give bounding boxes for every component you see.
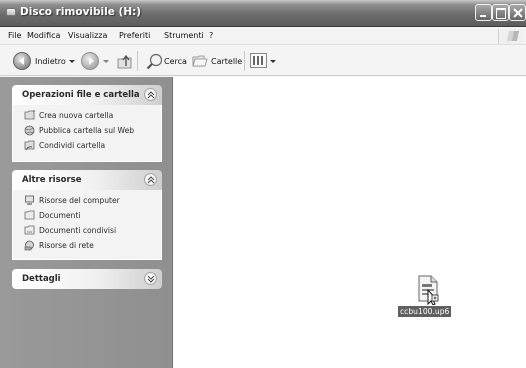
task-label: Pubblica cartella sul Web: [39, 126, 135, 135]
folders-label[interactable]: Cartelle: [211, 57, 242, 66]
menu-visualizza[interactable]: Visualizza: [68, 31, 107, 40]
task-label: Condividi cartella: [39, 141, 106, 150]
close-button[interactable]: [509, 4, 526, 21]
section-header-file-tasks[interactable]: Operazioni file e cartella: [12, 85, 162, 105]
folders-icon[interactable]: [192, 54, 209, 68]
back-dropdown-icon[interactable]: [69, 60, 75, 63]
menu-preferiti[interactable]: Preferiti: [119, 31, 150, 40]
forward-dropdown-icon[interactable]: [103, 60, 109, 63]
file-item[interactable]: ccbu100.up6: [395, 272, 461, 322]
explorer-window: Disco rimovibile (H:) File Modifica Visu…: [0, 0, 526, 368]
collapse-chevron-icon[interactable]: [144, 173, 157, 186]
place-label: Documenti condivisi: [39, 226, 117, 235]
section-header-details[interactable]: Dettagli: [12, 269, 162, 289]
search-icon[interactable]: [146, 53, 164, 70]
computer-icon: [25, 195, 34, 205]
close-icon: [513, 8, 523, 18]
section-title: Altre risorse: [22, 175, 82, 185]
folder-icon: [24, 210, 35, 220]
generic-file-icon: [418, 275, 439, 305]
minimize-button[interactable]: [475, 4, 492, 21]
back-button[interactable]: [13, 52, 31, 70]
forward-button[interactable]: [81, 52, 99, 70]
new-folder-icon: [24, 110, 36, 120]
toolbar: Indietro Cerca Cartelle: [0, 46, 526, 76]
task-label: Crea nuova cartella: [39, 111, 114, 120]
expand-chevron-icon[interactable]: [144, 272, 157, 285]
menu-help[interactable]: ?: [209, 31, 213, 40]
menu-modifica[interactable]: Modifica: [27, 31, 60, 40]
back-label[interactable]: Indietro: [35, 57, 66, 66]
network-icon: [24, 240, 34, 251]
place-label: Risorse del computer: [39, 196, 120, 205]
window-title: Disco rimovibile (H:): [20, 6, 142, 18]
search-label[interactable]: Cerca: [164, 57, 187, 66]
place-label: Documenti: [39, 211, 81, 220]
menu-file[interactable]: File: [8, 31, 21, 40]
maximize-button[interactable]: [492, 4, 509, 21]
menu-bar: File Modifica Visualizza Preferiti Strum…: [0, 28, 526, 45]
section-body-file-tasks: Crea nuova cartella Pubblica cartella su…: [12, 105, 162, 162]
toolbar-separator: [137, 51, 138, 71]
collapse-chevron-icon[interactable]: [144, 88, 157, 101]
title-bar[interactable]: Disco rimovibile (H:): [0, 0, 526, 27]
up-folder-icon[interactable]: [117, 54, 133, 69]
toolbar-separator: [244, 51, 245, 71]
globe-icon: [24, 125, 35, 136]
views-dropdown-icon[interactable]: [270, 60, 276, 63]
shared-folder-icon: [24, 225, 35, 235]
section-title: Dettagli: [22, 274, 61, 284]
menu-strumenti[interactable]: Strumenti: [164, 31, 204, 40]
place-label: Risorse di rete: [39, 241, 94, 250]
windows-flag-logo: [498, 29, 524, 44]
file-name: ccbu100.up6: [398, 306, 452, 317]
share-folder-icon: [24, 140, 35, 151]
drive-icon: [6, 8, 16, 16]
section-body-other-places: Risorse del computer Documenti Documenti…: [12, 190, 162, 260]
task-pane: Operazioni file e cartella Crea nuova ca…: [0, 77, 173, 368]
file-list-area[interactable]: ccbu100.up6: [174, 77, 526, 368]
section-title: Operazioni file e cartella: [22, 90, 140, 100]
section-header-other-places[interactable]: Altre risorse: [12, 170, 162, 190]
views-button[interactable]: [250, 53, 267, 68]
